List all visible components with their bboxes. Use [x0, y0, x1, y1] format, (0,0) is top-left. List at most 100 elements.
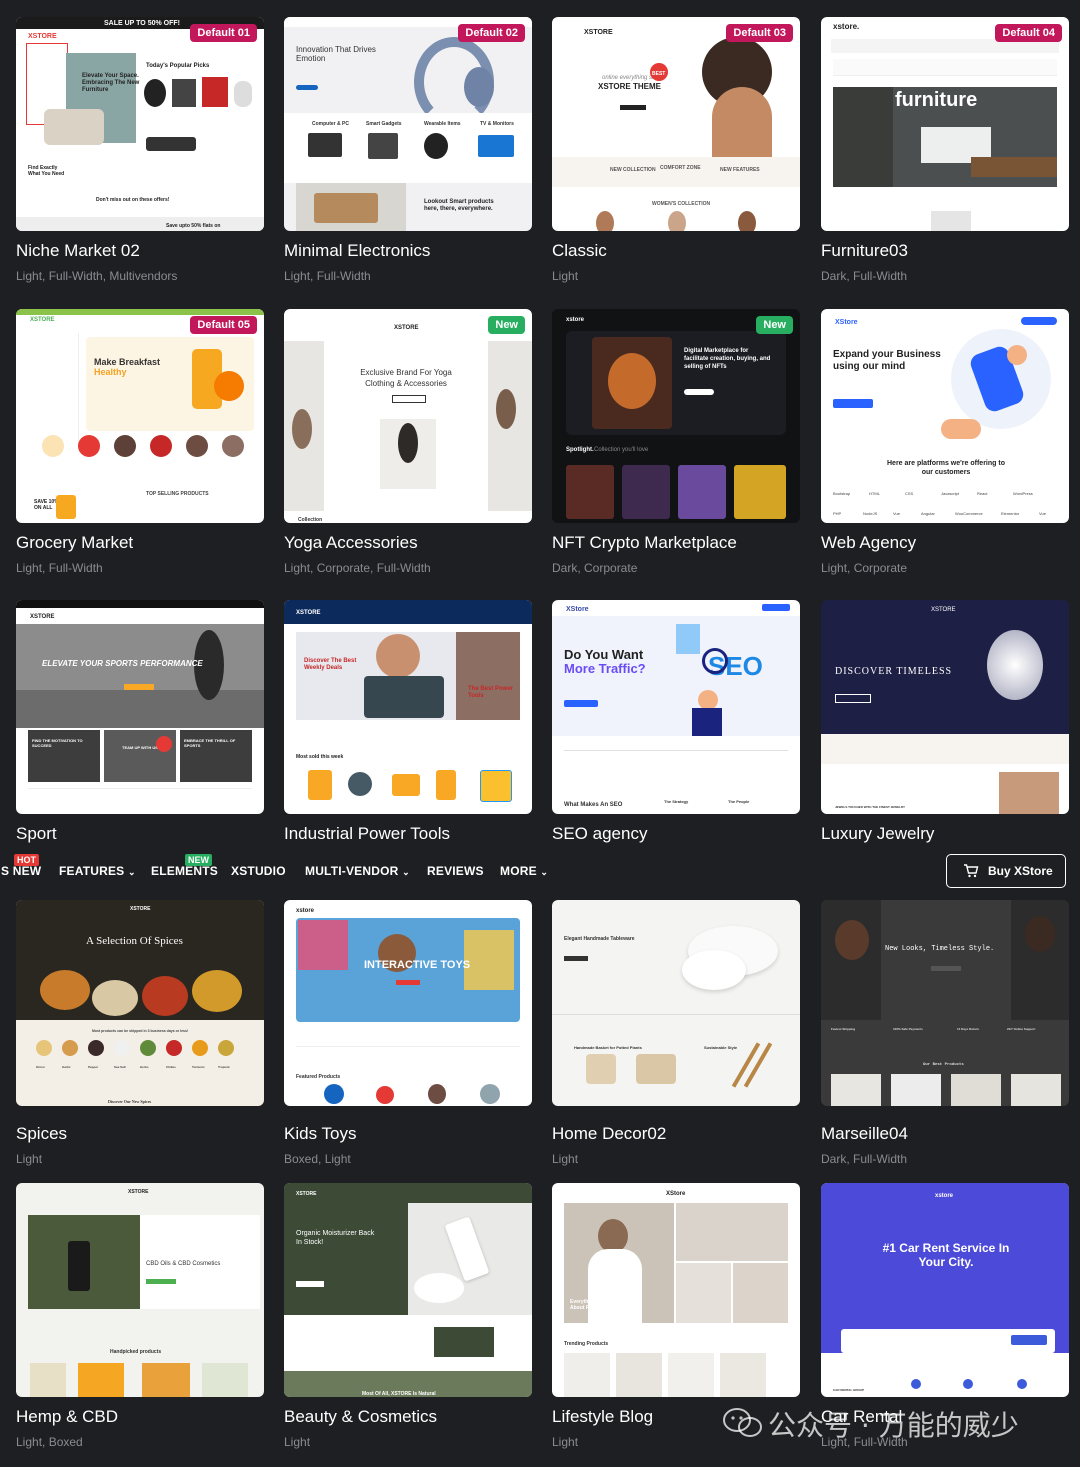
demo-thumbnail[interactable]: XSTORE A Selection Of Spices Most produc…: [16, 900, 264, 1106]
chevron-down-icon: ⌄: [127, 867, 136, 877]
demo-card-beauty-cosmetics[interactable]: XSTORE Organic Moisturizer Back In Stock…: [284, 1183, 532, 1449]
find-what-you-need: Find Exactly What You Need: [28, 165, 65, 177]
logo: XSTORE: [128, 1189, 149, 1195]
demo-thumbnail[interactable]: XSTORE online everything shop XSTORE THE…: [552, 17, 800, 231]
brand-13: Vue: [1039, 511, 1046, 516]
demo-thumbnail[interactable]: xstore. furniture Default 04: [821, 17, 1069, 231]
demo-thumbnail[interactable]: XSTORE CBD Oils & CBD Cosmetics Handpick…: [16, 1183, 264, 1397]
hero-headline: Do You Want: [564, 647, 644, 662]
promo-2: TEAM UP WITH US: [122, 745, 158, 750]
demo-thumbnail[interactable]: XSTORE Discover The Best Weekly Deals Th…: [284, 600, 532, 814]
demo-card-furniture03[interactable]: xstore. furniture Default 04 Furniture03…: [821, 17, 1069, 283]
demo-card-luxury-jewelry[interactable]: XSTORE DISCOVER TIMELESS JEWELS TOUCHED …: [821, 600, 1069, 843]
brand-10: Angular: [921, 511, 935, 516]
badge-default: Default 02: [458, 24, 525, 42]
hero-headline: Expand your Business using our mind: [833, 349, 941, 372]
demo-card-kids-toys[interactable]: xstore INTERACTIVE TOYS Featured Product…: [284, 900, 532, 1166]
card-title[interactable]: SEO agency: [552, 824, 647, 844]
logo: XSTORE: [28, 33, 57, 40]
logo: XSTORE: [30, 317, 55, 323]
nav-item-reviews[interactable]: REVIEWS: [427, 864, 484, 878]
card-subtitle: Light, Full-Width: [16, 561, 103, 575]
nav-item-xstudio[interactable]: XSTUDIO: [231, 864, 286, 878]
demo-thumbnail[interactable]: SALE UP TO 50% OFF! XSTORE Elevate Your …: [16, 17, 264, 231]
demo-card-home-decor02[interactable]: Elegant Handmade Tableware Handmade Bask…: [552, 900, 800, 1166]
demo-card-classic[interactable]: XSTORE online everything shop XSTORE THE…: [552, 17, 800, 283]
group-label: CAR RENTAL GROUP: [833, 1388, 865, 1392]
card-title[interactable]: Sport: [16, 824, 57, 844]
chevron-down-icon: ⌄: [540, 867, 549, 877]
demo-thumbnail[interactable]: XSTORE Exclusive Brand For Yoga Clothing…: [284, 309, 532, 523]
logo: XStore: [835, 319, 858, 326]
demo-card-grocery-market[interactable]: XSTORE Make Breakfast Healthy TOP SELLIN…: [16, 309, 264, 575]
demo-card-hemp-cbd[interactable]: XSTORE CBD Oils & CBD Cosmetics Handpick…: [16, 1183, 264, 1449]
demo-thumbnail[interactable]: XSTORE DISCOVER TIMELESS JEWELS TOUCHED …: [821, 600, 1069, 814]
collection-1: NEW COLLECTION: [610, 167, 656, 173]
demo-thumbnail[interactable]: xstore #1 Car Rent Service In Your City.…: [821, 1183, 1069, 1397]
card-title[interactable]: Beauty & Cosmetics: [284, 1407, 437, 1427]
demo-card-lifestyle-blog[interactable]: XStore Everything You Need Know About Fa…: [552, 1183, 800, 1449]
card-title[interactable]: Hemp & CBD: [16, 1407, 118, 1427]
demo-thumbnail[interactable]: XStore Expand your Business using our mi…: [821, 309, 1069, 523]
demo-thumbnail[interactable]: XSTORE ELEVATE YOUR SPORTS PERFORMANCE F…: [16, 600, 264, 814]
card-title[interactable]: Spices: [16, 1124, 67, 1144]
hero-headline: #1 Car Rent Service In Your City.: [882, 1241, 1010, 1269]
buy-xstore-button[interactable]: Buy XStore: [946, 854, 1066, 888]
hero-headline: Exclusive Brand For Yoga Clothing & Acce…: [360, 368, 452, 388]
card-title[interactable]: Lifestyle Blog: [552, 1407, 653, 1427]
card-subtitle: Light, Full-Width, Multivendors: [16, 269, 178, 283]
brand-5: React: [977, 491, 988, 496]
card-title[interactable]: Home Decor02: [552, 1124, 666, 1144]
demo-thumbnail[interactable]: XStore Everything You Need Know About Fa…: [552, 1183, 800, 1397]
badge-default: Default 05: [190, 316, 257, 334]
card-title[interactable]: Luxury Jewelry: [821, 824, 934, 844]
demo-card-sport[interactable]: XSTORE ELEVATE YOUR SPORTS PERFORMANCE F…: [16, 600, 264, 843]
card-title[interactable]: Grocery Market: [16, 533, 133, 553]
demo-card-car-rental[interactable]: xstore #1 Car Rent Service In Your City.…: [821, 1183, 1069, 1449]
badge-new: New: [488, 316, 525, 334]
card-title[interactable]: Industrial Power Tools: [284, 824, 450, 844]
card-title[interactable]: Minimal Electronics: [284, 241, 430, 261]
demo-thumbnail[interactable]: Elegant Handmade Tableware Handmade Bask…: [552, 900, 800, 1106]
cat-wearable: Wearable Items: [424, 121, 461, 127]
nav-item-more[interactable]: MORE ⌄: [500, 864, 548, 878]
demo-thumbnail[interactable]: XSTORE Organic Moisturizer Back In Stock…: [284, 1183, 532, 1397]
demo-card-industrial-power-tools[interactable]: XSTORE Discover The Best Weekly Deals Th…: [284, 600, 532, 843]
nav-item-features[interactable]: FEATURES ⌄: [59, 864, 136, 878]
demo-card-minimal-electronics[interactable]: Innovation That Drives Emotion Computer …: [284, 17, 532, 283]
demo-card-web-agency[interactable]: XStore Expand your Business using our mi…: [821, 309, 1069, 575]
card-title[interactable]: Web Agency: [821, 533, 916, 553]
demo-card-yoga-accessories[interactable]: XSTORE Exclusive Brand For Yoga Clothing…: [284, 309, 532, 575]
card-title[interactable]: NFT Crypto Marketplace: [552, 533, 737, 553]
card-title[interactable]: Marseille04: [821, 1124, 908, 1144]
promo-banner: SALE UP TO 50% OFF!: [104, 20, 180, 27]
brand-7: PHP: [833, 511, 842, 516]
card-title[interactable]: Classic: [552, 241, 607, 261]
spice-onion: Onion: [36, 1065, 45, 1069]
platform-text: Here are platforms we're offering to our…: [887, 460, 1005, 476]
card-title[interactable]: Niche Market 02: [16, 241, 140, 261]
foot-people: The People: [728, 799, 750, 804]
demo-card-spices[interactable]: XSTORE A Selection Of Spices Most produc…: [16, 900, 264, 1166]
demo-card-seo-agency[interactable]: XStore Do You Want More Traffic? SEO Wha…: [552, 600, 800, 843]
demo-thumbnail[interactable]: Innovation That Drives Emotion Computer …: [284, 17, 532, 231]
demo-thumbnail[interactable]: xstore Digital Marketplace for facilitat…: [552, 309, 800, 523]
chevron-down-icon: ⌄: [402, 867, 410, 877]
demo-thumbnail[interactable]: New Looks, Timeless Style. Fastest Shipp…: [821, 900, 1069, 1106]
demo-thumbnail[interactable]: xstore INTERACTIVE TOYS Featured Product…: [284, 900, 532, 1106]
demo-card-marseille04[interactable]: New Looks, Timeless Style. Fastest Shipp…: [821, 900, 1069, 1166]
nav-item-multi-vendor[interactable]: MULTI-VENDOR ⌄: [305, 864, 410, 878]
top-navigation-bar: S NEW HOT FEATURES ⌄ ELEMENTS NEW XSTUDI…: [0, 848, 1080, 898]
ship-text: Most products can be shipped in 3 busine…: [92, 1029, 189, 1033]
demo-card-nft-crypto-marketplace[interactable]: xstore Digital Marketplace for facilitat…: [552, 309, 800, 575]
card-title[interactable]: Furniture03: [821, 241, 908, 261]
demo-thumbnail[interactable]: XStore Do You Want More Traffic? SEO Wha…: [552, 600, 800, 814]
logo: XSTORE: [296, 610, 321, 616]
card-title[interactable]: Yoga Accessories: [284, 533, 418, 553]
demo-thumbnail[interactable]: XSTORE Make Breakfast Healthy TOP SELLIN…: [16, 309, 264, 523]
demo-card-niche-market-02[interactable]: SALE UP TO 50% OFF! XSTORE Elevate Your …: [16, 17, 264, 283]
nav-item-new[interactable]: S NEW: [1, 864, 41, 878]
feature-2: 100% Safe Payments: [893, 1027, 923, 1031]
card-title[interactable]: Kids Toys: [284, 1124, 356, 1144]
nav-item-elements[interactable]: ELEMENTS: [151, 864, 218, 878]
